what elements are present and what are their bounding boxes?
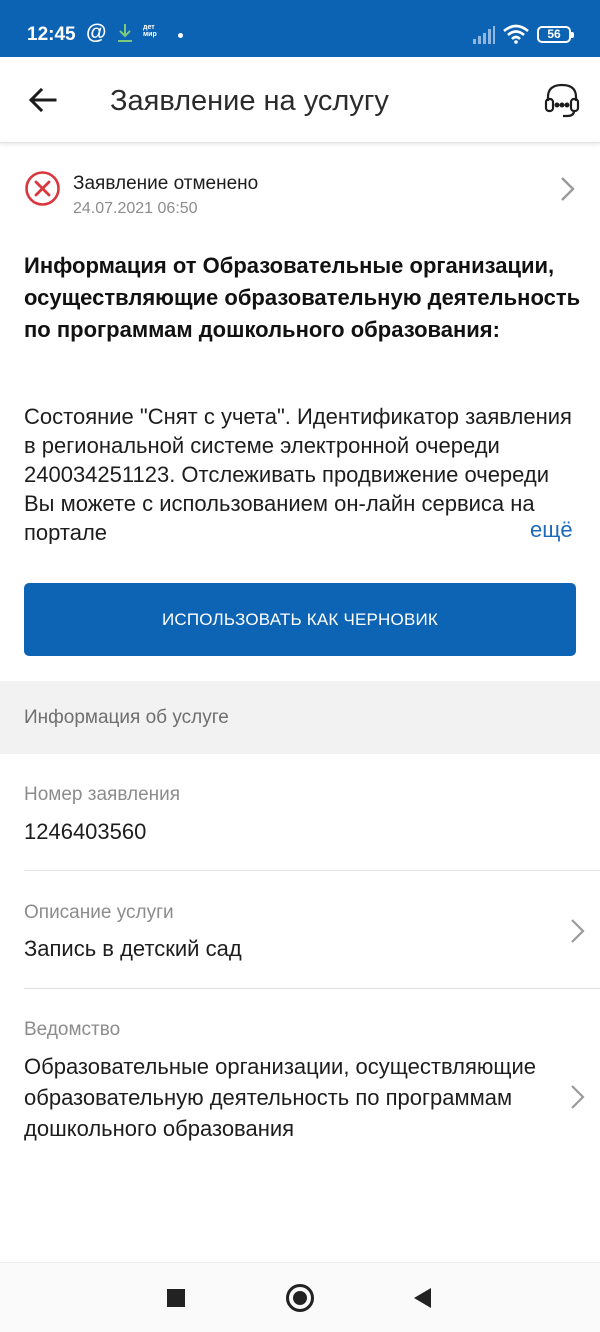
download-icon	[118, 24, 132, 42]
status-bar: 12:45 @ дет мир 56	[0, 0, 600, 57]
more-notifications-icon	[178, 33, 183, 38]
field-label: Номер заявления	[24, 784, 181, 805]
system-back-button[interactable]	[414, 1288, 431, 1308]
battery-icon: 56	[537, 26, 574, 43]
status-text: Заявление отменено	[73, 173, 259, 194]
field-application-number: Номер заявления 1246403560	[0, 754, 600, 871]
field-label: Ведомство	[24, 1019, 121, 1040]
chevron-right-icon	[571, 1085, 585, 1109]
more-link[interactable]: ещё	[530, 517, 573, 543]
field-value: Образовательные организации, осуществляю…	[24, 1054, 537, 1141]
section-title: Информация об услуге	[24, 707, 229, 728]
application-status-row[interactable]: Заявление отменено 24.07.2021 06:50	[0, 160, 600, 224]
cancelled-status-icon	[25, 171, 60, 206]
info-heading: Информация от Образовательные организаци…	[24, 253, 581, 342]
home-button[interactable]	[286, 1284, 314, 1312]
app-bar: Заявление на услугу	[0, 57, 600, 143]
status-date: 24.07.2021 06:50	[73, 200, 198, 217]
headset-icon	[544, 83, 580, 118]
use-as-draft-button[interactable]: ИСПОЛЬЗОВАТЬ КАК ЧЕРНОВИК	[24, 583, 576, 656]
recent-apps-button[interactable]	[167, 1289, 185, 1307]
field-department[interactable]: Ведомство Образовательные организации, о…	[0, 989, 600, 1189]
chevron-right-icon	[571, 919, 585, 943]
detmir-logo-icon: дет мир	[143, 24, 157, 38]
chevron-right-icon	[561, 177, 575, 201]
back-button[interactable]	[28, 85, 58, 115]
service-info-section-header: Информация об услуге	[0, 681, 600, 754]
at-notification-icon: @	[86, 21, 107, 44]
field-service-description[interactable]: Описание услуги Запись в детский сад	[0, 871, 600, 989]
page-title: Заявление на услугу	[110, 85, 389, 117]
system-navigation-bar	[0, 1262, 600, 1332]
field-label: Описание услуги	[24, 902, 174, 923]
field-value: Запись в детский сад	[24, 936, 242, 961]
field-value: 1246403560	[24, 819, 147, 844]
arrow-left-icon	[28, 87, 57, 113]
text-fade	[450, 517, 540, 547]
support-button[interactable]	[543, 81, 581, 119]
signal-icon	[473, 26, 495, 44]
status-time: 12:45	[27, 24, 76, 45]
wifi-icon	[503, 24, 529, 44]
